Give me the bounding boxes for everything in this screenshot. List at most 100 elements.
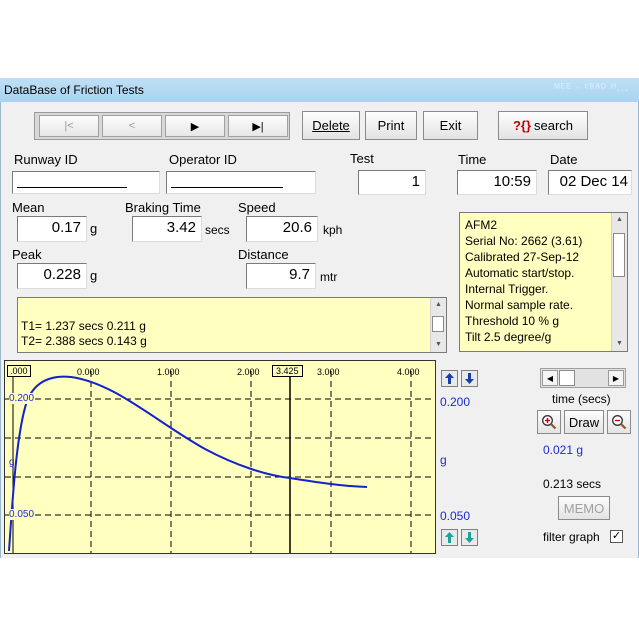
next-record-button[interactable]: ▶	[165, 115, 225, 137]
y-tick-label: 0.050	[9, 509, 35, 520]
mean-field: 0.17	[17, 216, 87, 242]
search-button-label: search	[534, 118, 574, 133]
device-info-line: Serial No: 2662 (3.61)	[465, 234, 583, 248]
previous-record-button[interactable]: <	[102, 115, 162, 137]
test-number-field[interactable]: 1	[358, 170, 426, 195]
right-axis-unit: g	[440, 453, 447, 467]
background-window-title: ᴹᴱᴱ · ᶜᴮᴬᴰ ᴴ...	[554, 82, 629, 94]
speed-field: 20.6	[246, 216, 318, 242]
time-label: Time	[458, 152, 487, 167]
test-label: Test	[350, 151, 374, 166]
right-axis-bottom-value: 0.050	[440, 509, 471, 523]
distance-unit: mtr	[320, 270, 338, 284]
distance-label: Distance	[238, 247, 289, 262]
mean-label: Mean	[12, 200, 45, 215]
first-record-button[interactable]: |<	[39, 115, 99, 137]
peak-line: T1= 1.237 secs 0.211 g	[21, 319, 146, 333]
scroll-up-icon[interactable]: ▲	[612, 213, 627, 227]
x-tick-label: .000	[7, 365, 31, 377]
date-field[interactable]: 02 Dec 14	[548, 170, 632, 195]
x-tick-label: 3.000	[317, 367, 340, 377]
peak-unit: g	[90, 268, 98, 283]
scroll-down-icon[interactable]: ▼	[612, 337, 627, 351]
scale-up-icon[interactable]	[441, 370, 458, 387]
time-field[interactable]: 10:59	[457, 170, 537, 195]
braking-time-field: 3.42	[132, 216, 202, 242]
device-info-line: Internal Trigger.	[465, 282, 549, 296]
right-axis-top-value: 0.200	[440, 395, 471, 409]
scroll-thumb[interactable]	[613, 233, 625, 277]
peak-line: T2= 2.388 secs 0.143 g	[21, 334, 147, 348]
friction-graph[interactable]: .000 0.000 1.000 2.000 3.425 3.000 4.000…	[4, 360, 436, 554]
braking-time-label: Braking Time	[125, 200, 201, 215]
x-tick-label: 4.000	[397, 367, 420, 377]
y-tick-label: 0.200	[9, 393, 35, 404]
device-info-line: Calibrated 27-Sep-12	[465, 250, 580, 264]
device-info-line: Normal sample rate.	[465, 298, 574, 312]
runway-id-field[interactable]	[12, 171, 160, 194]
exit-button-label: Exit	[439, 118, 462, 133]
scroll-thumb[interactable]	[559, 370, 575, 386]
device-info-scrollbar[interactable]: ▲ ▼	[611, 213, 627, 351]
y-axis-unit: g	[9, 457, 15, 468]
operator-id-label: Operator ID	[169, 152, 237, 167]
graph-gridlines	[5, 371, 435, 553]
scroll-thumb[interactable]	[432, 316, 444, 332]
device-info-line: Threshold 10 % g	[465, 314, 560, 328]
delete-button-label: Delete	[312, 118, 350, 133]
search-icon: ?{}	[512, 118, 532, 133]
draw-button-label: Draw	[568, 414, 600, 430]
filter-graph-label: filter graph	[543, 530, 600, 544]
offset-down-icon[interactable]	[461, 529, 478, 546]
zoom-out-icon[interactable]	[607, 410, 631, 434]
operator-id-field[interactable]	[166, 171, 316, 194]
scroll-down-icon[interactable]: ▼	[431, 338, 446, 352]
cursor-g-readout: 0.021 g	[543, 443, 584, 457]
peaks-memo-scrollbar[interactable]: ▲ ▼	[430, 298, 446, 352]
device-info-box[interactable]: AFM2 Serial No: 2662 (3.61) Calibrated 27-…	[459, 212, 628, 352]
delete-button[interactable]: Delete	[302, 111, 360, 140]
zoom-in-icon[interactable]	[537, 410, 561, 434]
last-record-button[interactable]: ▶|	[228, 115, 288, 137]
scale-down-icon[interactable]	[461, 370, 478, 387]
x-tick-label: 0.000	[77, 367, 100, 377]
title-bar: DataBase of Friction Tests ᴹᴱᴱ · ᶜᴮᴬᴰ ᴴ.…	[0, 78, 639, 103]
peak-field: 0.228	[17, 263, 87, 289]
offset-up-icon[interactable]	[441, 529, 458, 546]
memo-button-label: MEMO	[563, 500, 605, 516]
x-tick-label: 1.000	[157, 367, 180, 377]
desktop-background	[0, 0, 639, 78]
scroll-up-icon[interactable]: ▲	[431, 298, 446, 312]
print-button-label: Print	[377, 118, 405, 133]
window-title: DataBase of Friction Tests	[4, 83, 144, 97]
filter-graph-checkbox[interactable]: ✓	[610, 530, 623, 543]
scroll-left-icon[interactable]: ◀	[542, 370, 558, 386]
print-button[interactable]: Print	[365, 111, 417, 140]
graph-canvas	[5, 371, 435, 553]
memo-button[interactable]: MEMO	[558, 496, 610, 520]
time-axis-label: time (secs)	[552, 392, 611, 406]
cursor-time-label: 3.425	[272, 365, 303, 377]
desktop-background-bottom	[0, 558, 639, 639]
device-info-line: Automatic start/stop.	[465, 266, 575, 280]
friction-curve	[8, 375, 368, 552]
time-scrollbar[interactable]: ◀ ▶	[540, 368, 626, 388]
record-navigator: |< < ▶ ▶|	[34, 112, 290, 140]
speed-label: Speed	[238, 200, 276, 215]
device-info-text: AFM2 Serial No: 2662 (3.61) Calibrated 27-…	[465, 217, 582, 345]
cursor-time-readout: 0.213 secs	[543, 477, 602, 491]
device-info-line: AFM2	[465, 218, 498, 232]
device-info-line: Tilt 2.5 degree/g	[465, 330, 552, 344]
scroll-right-icon[interactable]: ▶	[608, 370, 624, 386]
distance-field: 9.7	[246, 263, 316, 289]
speed-unit: kph	[323, 223, 343, 237]
exit-button[interactable]: Exit	[423, 111, 478, 140]
x-tick-label: 2.000	[237, 367, 260, 377]
draw-button[interactable]: Draw	[564, 410, 604, 434]
runway-id-label: Runway ID	[14, 152, 78, 167]
peak-label: Peak	[12, 247, 42, 262]
mean-unit: g	[90, 221, 98, 236]
braking-time-unit: secs	[205, 223, 230, 237]
search-button[interactable]: ?{} search	[498, 111, 588, 140]
peaks-memo-box[interactable]: T1= 1.237 secs 0.211 g T2= 2.388 secs 0.1…	[17, 297, 447, 353]
